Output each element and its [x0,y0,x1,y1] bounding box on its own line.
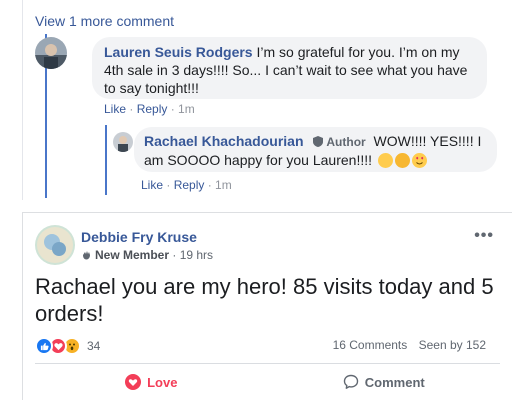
comment-label: Comment [364,374,425,390]
reaction-summary[interactable]: 34 [35,337,100,355]
comment-author-link[interactable]: Lauren Seuis Rodgers [104,44,253,60]
like-link[interactable]: Like [141,178,163,192]
avatar[interactable] [35,37,67,69]
post-author-link[interactable]: Debbie Fry Kruse [81,229,197,245]
comment-time: 1m [215,178,232,192]
avatar[interactable] [113,132,133,152]
hugging-face-emoji-icon [394,153,410,168]
avatar[interactable] [35,225,75,265]
avatar-photo-lauren [35,37,67,69]
post-time[interactable]: 19 hrs [180,248,213,262]
comment-bubble: Lauren Seuis Rodgers I’m so grateful for… [92,37,487,99]
more-options-icon[interactable]: ••• [474,227,494,245]
comment-thread: View 1 more comment Lauren Seuis Rodgers… [22,0,512,200]
crying-face-emoji-icon [377,153,393,168]
divider [35,363,500,364]
reaction-count: 34 [87,339,101,353]
author-badge: Author [313,133,366,151]
comment-icon [343,374,358,389]
avatar-photo-debbie [35,225,75,265]
love-label: Love [147,374,178,390]
member-label: New Member [95,248,170,262]
view-more-comments-link[interactable]: View 1 more comment [35,13,174,29]
post-text: Rachael you are my hero! 85 visits today… [35,274,494,326]
shield-icon [313,136,324,147]
love-button[interactable]: Love [35,368,268,396]
heart-eyes-emoji-icon [411,153,427,168]
like-reaction-icon [35,337,53,355]
post-card: Debbie Fry Kruse New Member · 19 hrs •••… [22,212,512,400]
post-subtitle: New Member · 19 hrs [81,248,213,262]
waving-hand-icon [83,251,90,260]
reply-bubble: Rachael Khachadourian Author WOW!!!! YES… [134,127,497,172]
comments-count-link[interactable]: 16 Comments [333,338,408,352]
avatar-photo-rachael [113,132,133,152]
post-counts: 16 Comments Seen by 152 [325,338,486,352]
comment-button[interactable]: Comment [268,368,501,396]
comment-meta: Like · Reply · 1m [141,178,232,192]
reply-link[interactable]: Reply [137,102,168,116]
comment-time: 1m [178,102,195,116]
post-actions: Love Comment [35,368,500,396]
comment-author-link[interactable]: Rachael Khachadourian [144,133,304,149]
reply-indicator-line [105,125,107,195]
comment-meta: Like · Reply · 1m [104,102,195,116]
like-link[interactable]: Like [104,102,126,116]
reply-link[interactable]: Reply [174,178,205,192]
heart-icon [125,374,142,390]
seen-by-link[interactable]: Seen by 152 [419,338,486,352]
